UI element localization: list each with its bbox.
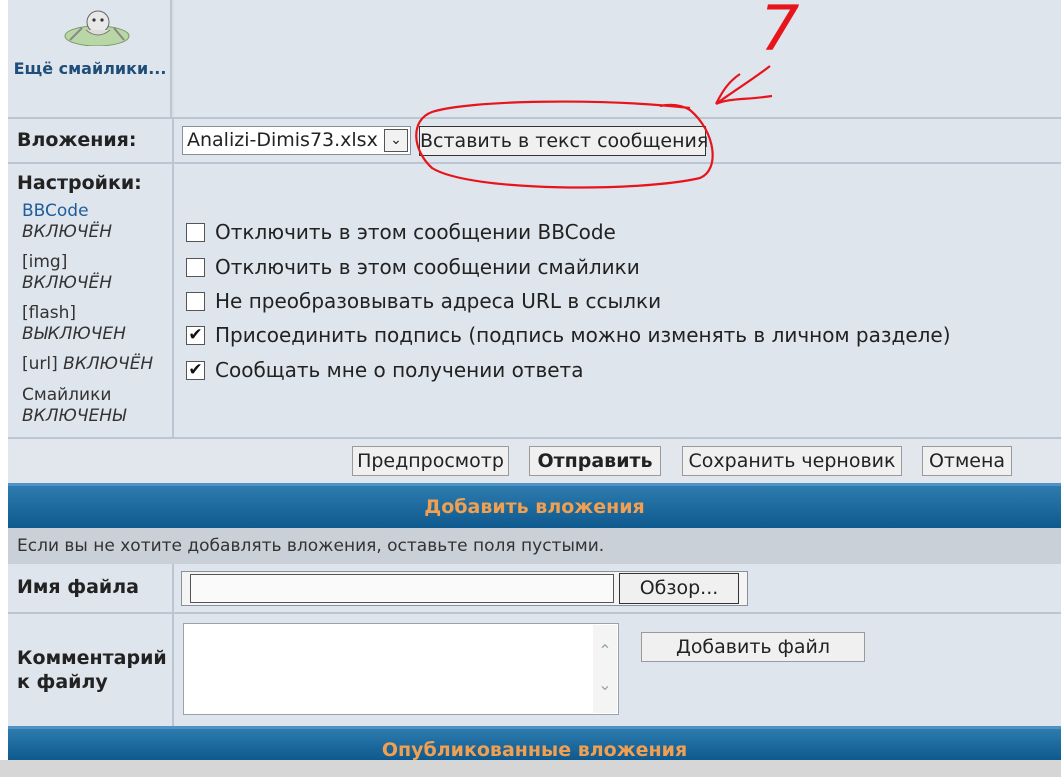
- setting-flash-state: ВЫКЛЮЧЕН: [22, 324, 126, 344]
- setting-url: [url] ВКЛЮЧЁН: [22, 354, 153, 375]
- attachments-label: Вложения:: [17, 129, 137, 151]
- checkbox[interactable]: ✔: [186, 361, 205, 380]
- attachment-select-value: Analizi-Dimis73.xlsx: [187, 129, 378, 151]
- filename-label-cell: Имя файла: [8, 564, 174, 612]
- check-icon: ✔: [188, 360, 203, 380]
- setting-smilies-name: Смайлики: [22, 385, 112, 405]
- setting-bbcode-state: ВКЛЮЧЁН: [22, 222, 113, 242]
- smiley-icon[interactable]: [64, 6, 130, 46]
- comment-label-cell: Комментарий к файлу: [8, 614, 174, 726]
- preview-button[interactable]: Предпросмотр: [352, 446, 509, 476]
- smilies-right-cell: [174, 0, 1061, 117]
- setting-bbcode-link[interactable]: BBCode: [22, 201, 112, 222]
- option-label: Сообщать мне о получении ответа: [215, 358, 584, 382]
- published-attachments-header: Опубликованные вложения: [8, 726, 1061, 760]
- option-label: Отключить в этом сообщении смайлики: [215, 255, 640, 279]
- smilies-panel: Ещё смайлики...: [8, 0, 172, 117]
- comment-label: Комментарий к файлу: [17, 647, 167, 693]
- check-icon: ✔: [188, 325, 203, 345]
- save-draft-button[interactable]: Сохранить черновик: [682, 446, 902, 476]
- insert-into-text-button[interactable]: Вставить в текст сообщения: [419, 126, 708, 156]
- setting-bbcode: BBCode ВКЛЮЧЁН: [22, 201, 112, 243]
- attachment-select[interactable]: Analizi-Dimis73.xlsx ⌄: [182, 126, 411, 155]
- more-smilies-link[interactable]: Ещё смайлики...: [8, 58, 172, 79]
- setting-img-name: [img]: [22, 252, 68, 272]
- posting-form: Ещё смайлики... Вложения: Analizi-Dimis7…: [0, 0, 1061, 777]
- textarea-scrollbar[interactable]: ⌃ ⌄: [593, 625, 617, 713]
- bottom-scrollbar[interactable]: [0, 760, 1061, 777]
- scroll-down-icon[interactable]: ⌄: [593, 675, 617, 694]
- file-comment-textarea[interactable]: ⌃ ⌄: [183, 623, 619, 715]
- settings-label: Настройки:: [17, 172, 142, 194]
- filename-label: Имя файла: [17, 576, 139, 598]
- option-label: Не преобразовывать адреса URL в ссылки: [215, 289, 662, 313]
- checkbox[interactable]: [186, 223, 205, 242]
- checkbox[interactable]: ✔: [186, 326, 205, 345]
- checkbox[interactable]: [186, 292, 205, 311]
- setting-url-state: ВКЛЮЧЁН: [63, 354, 154, 374]
- option-label: Отключить в этом сообщении BBCode: [215, 220, 616, 244]
- setting-smilies: Смайлики ВКЛЮЧЕНЫ: [22, 385, 126, 427]
- add-attachments-header: Добавить вложения: [8, 483, 1061, 528]
- add-file-button[interactable]: Добавить файл: [641, 632, 865, 662]
- setting-img: [img] ВКЛЮЧЁН: [22, 252, 112, 294]
- setting-flash-name: [flash]: [22, 303, 77, 323]
- option-label: Присоединить подпись (подпись можно изме…: [215, 323, 951, 347]
- checkbox[interactable]: [186, 258, 205, 277]
- setting-smilies-state: ВКЛЮЧЕНЫ: [22, 406, 126, 426]
- file-path-input[interactable]: [190, 574, 614, 603]
- submit-button[interactable]: Отправить: [529, 446, 661, 476]
- browse-button[interactable]: Обзор...: [619, 573, 739, 604]
- scroll-up-icon[interactable]: ⌃: [593, 641, 617, 660]
- chevron-down-icon[interactable]: ⌄: [384, 129, 408, 152]
- setting-url-name: [url]: [22, 354, 58, 374]
- add-attachments-hint: Если вы не хотите добавлять вложения, ос…: [8, 528, 1061, 564]
- setting-flash: [flash] ВЫКЛЮЧЕН: [22, 303, 126, 345]
- attachments-label-cell: Вложения:: [8, 119, 174, 162]
- cancel-button[interactable]: Отмена: [922, 446, 1012, 476]
- setting-img-state: ВКЛЮЧЁН: [22, 273, 113, 293]
